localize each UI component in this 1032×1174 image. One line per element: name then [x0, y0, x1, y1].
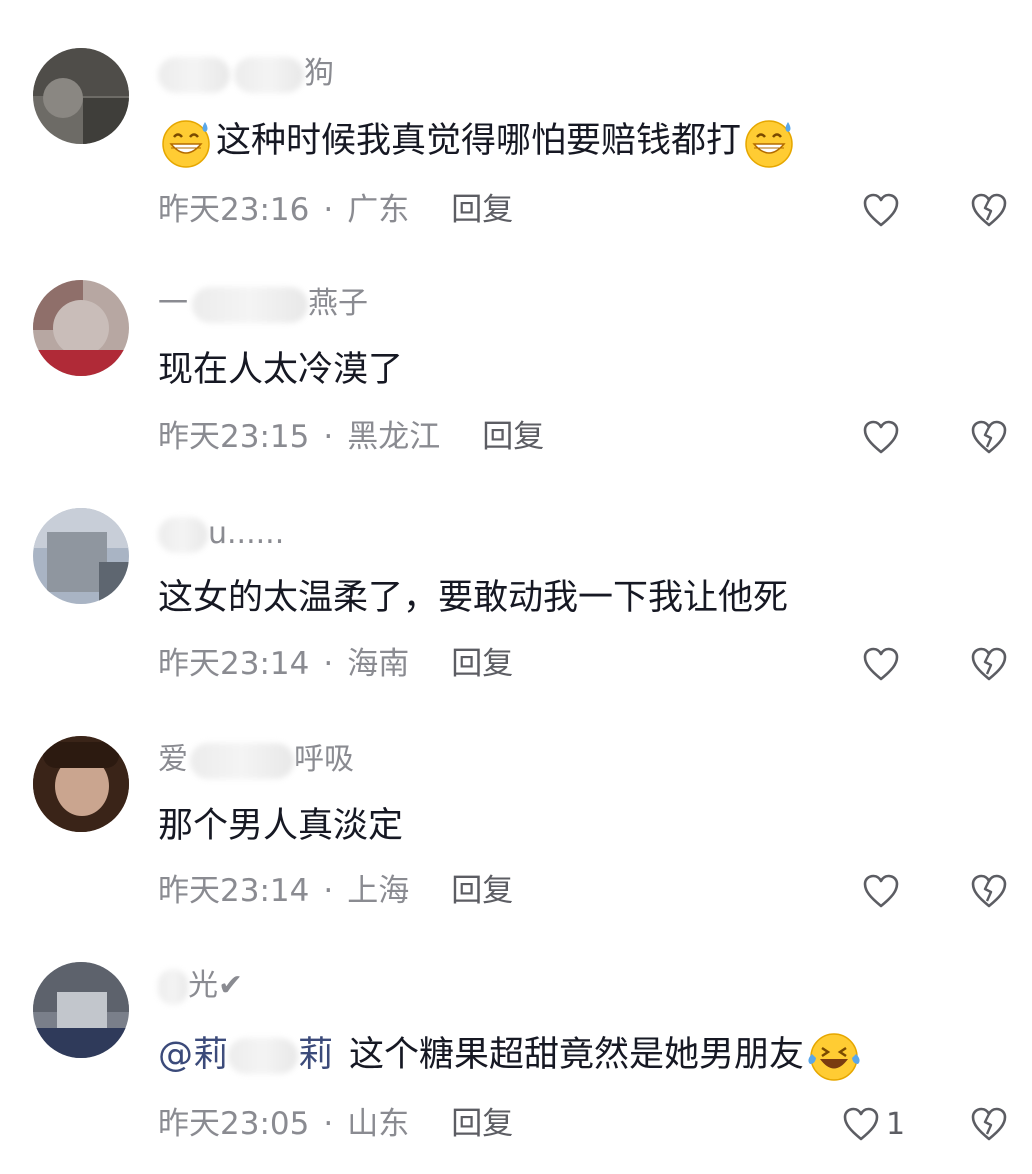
comment-text: 那个男人真淡定 [158, 806, 404, 846]
dislike-button[interactable] [970, 190, 1008, 230]
location: 山东 [347, 1106, 410, 1142]
comment-text: 这女的太温柔了，要敢动我一下我让他死 [158, 578, 789, 618]
location: 上海 [347, 873, 410, 909]
reply-button[interactable]: 回复 [451, 192, 513, 228]
broken-heart-icon [971, 647, 1007, 681]
comment-meta: 昨天23:16 · 广东 回复 [158, 192, 514, 228]
timestamp: 昨天23:14 [158, 646, 310, 682]
avatar[interactable] [33, 280, 129, 376]
tears-of-joy-emoji [808, 1033, 860, 1081]
like-button[interactable] [862, 871, 906, 911]
comment-meta: 昨天23:15 · 黑龙江 回复 [158, 419, 545, 455]
heart-outline-icon [863, 193, 899, 227]
dislike-button[interactable] [970, 644, 1008, 684]
dislike-button[interactable] [970, 1104, 1008, 1144]
blurred-name [192, 286, 308, 323]
timestamp: 昨天23:16 [158, 192, 310, 228]
timestamp: 昨天23:15 [158, 419, 310, 455]
reply-button[interactable]: 回复 [482, 419, 544, 455]
username[interactable]: 光✔ [158, 966, 243, 1006]
broken-heart-icon [971, 193, 1007, 227]
timestamp: 昨天23:05 [158, 1106, 310, 1142]
grinning-sweat-emoji [162, 120, 210, 168]
heart-outline-icon [843, 1107, 879, 1141]
blurred-name [158, 968, 188, 1005]
like-button[interactable] [862, 190, 906, 230]
comment-meta: 昨天23:14 · 海南 回复 [158, 646, 514, 682]
broken-heart-icon [971, 420, 1007, 454]
avatar[interactable] [33, 508, 129, 604]
blurred-name [158, 516, 208, 553]
mention-link[interactable]: @莉莉 [158, 1035, 333, 1075]
grinning-sweat-emoji [745, 120, 793, 168]
like-button[interactable] [862, 644, 906, 684]
comment-text: 现在人太冷漠了 [158, 350, 404, 390]
blurred-name [228, 1038, 299, 1074]
username[interactable]: u...... [158, 514, 284, 554]
like-button[interactable] [862, 417, 906, 457]
heart-outline-icon [863, 647, 899, 681]
avatar[interactable] [33, 48, 129, 144]
location: 广东 [347, 192, 410, 228]
comment-meta: 昨天23:05 · 山东 回复 [158, 1106, 514, 1142]
location: 黑龙江 [347, 419, 441, 455]
avatar[interactable] [33, 736, 129, 832]
comment-text: @莉莉这个糖果超甜竟然是她男朋友 [158, 1030, 864, 1081]
like-button[interactable]: 1 [842, 1104, 905, 1144]
timestamp: 昨天23:14 [158, 873, 310, 909]
comment-text: 这种时候我真觉得哪怕要赔钱都打 [158, 116, 799, 168]
dislike-button[interactable] [970, 871, 1008, 911]
reply-button[interactable]: 回复 [451, 1106, 513, 1142]
broken-heart-icon [971, 874, 1007, 908]
blurred-name [158, 56, 230, 93]
avatar[interactable] [33, 962, 129, 1058]
comment-meta: 昨天23:14 · 上海 回复 [158, 873, 514, 909]
reply-button[interactable]: 回复 [451, 873, 513, 909]
blurred-name [234, 56, 304, 93]
heart-outline-icon [863, 420, 899, 454]
username[interactable]: 爱呼吸 [158, 740, 354, 780]
broken-heart-icon [971, 1107, 1007, 1141]
location: 海南 [347, 646, 410, 682]
like-count: 1 [886, 1106, 906, 1142]
blurred-name [190, 742, 294, 779]
username[interactable]: 一燕子 [158, 284, 368, 324]
reply-button[interactable]: 回复 [451, 646, 513, 682]
heart-outline-icon [863, 874, 899, 908]
username[interactable]: 狗 [158, 54, 334, 94]
dislike-button[interactable] [970, 417, 1008, 457]
